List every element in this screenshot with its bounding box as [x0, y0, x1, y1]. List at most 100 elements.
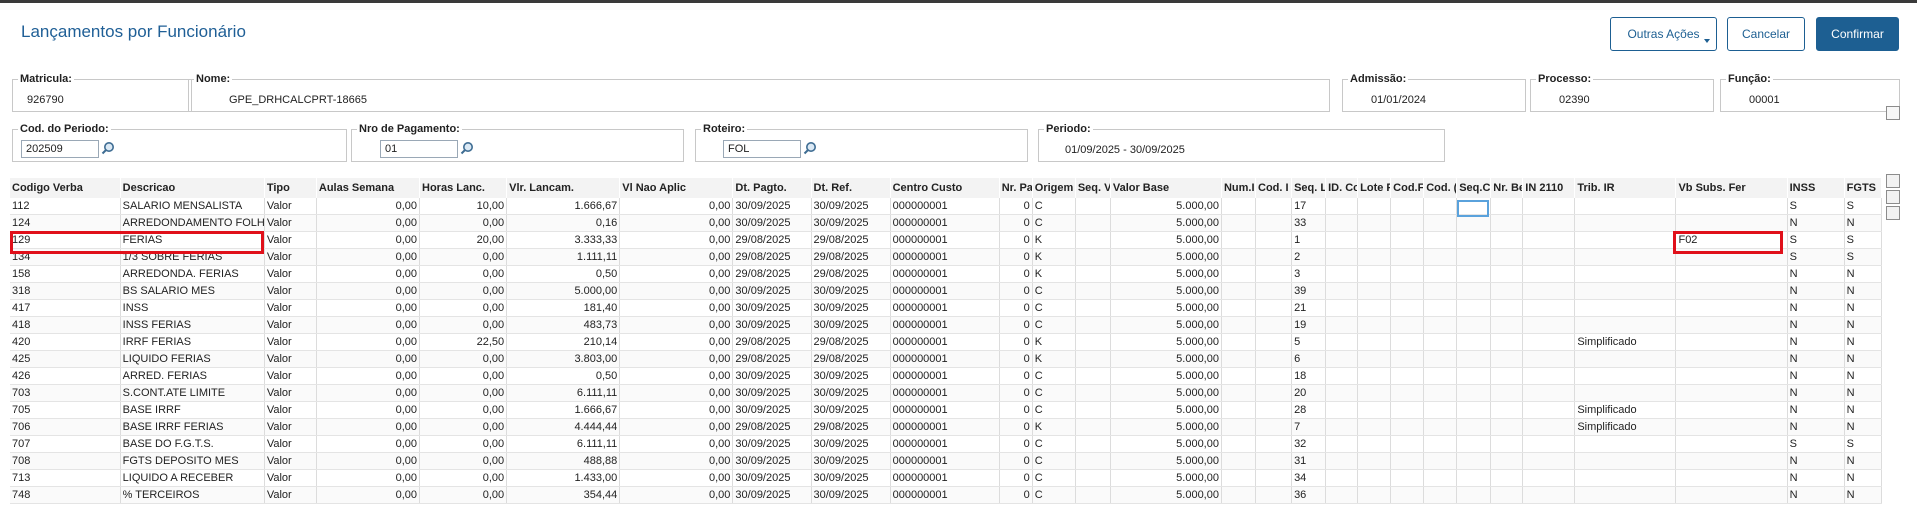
- table-cell[interactable]: 5.000,00: [1110, 384, 1222, 402]
- table-cell[interactable]: 000000001: [890, 350, 1000, 368]
- table-cell[interactable]: 30/09/2025: [811, 401, 891, 419]
- table-cell[interactable]: 5.000,00: [1110, 486, 1222, 504]
- table-cell[interactable]: 34: [1291, 469, 1327, 487]
- table-cell[interactable]: 0,00: [619, 333, 734, 351]
- table-cell[interactable]: [1490, 248, 1524, 266]
- column-header[interactable]: Seq. L: [1291, 178, 1327, 198]
- table-cell[interactable]: [1255, 435, 1293, 453]
- table-cell[interactable]: [1522, 486, 1576, 504]
- table-row[interactable]: 426 ARRED. FERIAS Valor 0,00 0,00 0,50 0,00 30/…: [10, 367, 1883, 385]
- table-cell[interactable]: 30/09/2025: [811, 384, 891, 402]
- table-cell[interactable]: [1390, 198, 1425, 215]
- table-cell[interactable]: [1325, 418, 1359, 436]
- table-cell[interactable]: 0,00: [316, 214, 421, 232]
- table-cell[interactable]: [1574, 265, 1677, 283]
- table-cell[interactable]: N: [1844, 333, 1883, 351]
- table-cell[interactable]: [1390, 214, 1425, 232]
- table-cell[interactable]: 0,00: [619, 452, 734, 470]
- table-cell[interactable]: [1456, 367, 1492, 385]
- table-cell[interactable]: [1325, 231, 1359, 249]
- table-cell[interactable]: 30/09/2025: [811, 469, 891, 487]
- column-header[interactable]: IN 2110: [1522, 178, 1576, 198]
- table-cell[interactable]: [1675, 214, 1788, 232]
- table-cell[interactable]: 0,00: [619, 401, 734, 419]
- table-cell[interactable]: [1490, 384, 1524, 402]
- table-cell[interactable]: [1490, 299, 1524, 317]
- table-cell[interactable]: S: [1787, 231, 1845, 249]
- table-cell[interactable]: Simplificado: [1574, 418, 1677, 436]
- table-cell[interactable]: [1075, 282, 1111, 300]
- table-cell[interactable]: [1675, 350, 1788, 368]
- table-cell[interactable]: [1075, 401, 1111, 419]
- table-cell[interactable]: 5.000,00: [1110, 435, 1222, 453]
- table-cell[interactable]: [1456, 418, 1492, 436]
- table-cell[interactable]: [1221, 265, 1257, 283]
- table-cell[interactable]: [1423, 333, 1458, 351]
- table-cell[interactable]: [1490, 265, 1524, 283]
- table-cell[interactable]: 000000001: [890, 384, 1000, 402]
- table-cell[interactable]: [1522, 231, 1576, 249]
- table-cell[interactable]: 30/09/2025: [811, 282, 891, 300]
- table-row[interactable]: 425 LIQUIDO FERIAS Valor 0,00 0,00 3.803,00 0,…: [10, 350, 1883, 368]
- table-cell[interactable]: [1075, 452, 1111, 470]
- table-cell[interactable]: [1522, 214, 1576, 232]
- table-cell[interactable]: [1221, 486, 1257, 504]
- table-cell[interactable]: [1522, 198, 1576, 215]
- table-cell[interactable]: N: [1844, 452, 1883, 470]
- table-cell[interactable]: 488,88: [506, 452, 621, 470]
- table-cell[interactable]: [1325, 248, 1359, 266]
- table-cell[interactable]: 30/09/2025: [811, 435, 891, 453]
- table-cell[interactable]: [1522, 350, 1576, 368]
- table-cell[interactable]: 0,00: [619, 282, 734, 300]
- column-header[interactable]: Dt. Pagto.: [732, 178, 812, 198]
- table-cell[interactable]: 5.000,00: [1110, 231, 1222, 249]
- scroll-top-icon[interactable]: [1886, 106, 1900, 120]
- table-cell[interactable]: C: [1032, 486, 1076, 504]
- table-cell[interactable]: N: [1844, 401, 1883, 419]
- table-cell[interactable]: K: [1032, 248, 1076, 266]
- table-cell[interactable]: 29/08/2025: [732, 248, 812, 266]
- table-cell[interactable]: 0: [999, 350, 1033, 368]
- table-cell[interactable]: INSS FERIAS: [120, 316, 265, 334]
- table-cell[interactable]: [1221, 316, 1257, 334]
- table-cell[interactable]: 0: [999, 452, 1033, 470]
- table-cell[interactable]: C: [1032, 401, 1076, 419]
- table-row[interactable]: 417 INSS Valor 0,00 0,00 181,40 0,00 30/09/2025…: [10, 299, 1883, 317]
- roteiro-input[interactable]: FOL: [723, 140, 801, 158]
- table-cell[interactable]: [1522, 299, 1576, 317]
- table-cell[interactable]: [1522, 282, 1576, 300]
- table-cell[interactable]: 0,00: [619, 265, 734, 283]
- table-cell[interactable]: 30/09/2025: [811, 198, 891, 215]
- column-header[interactable]: Codigo Verba: [10, 178, 121, 198]
- table-cell[interactable]: N: [1787, 316, 1845, 334]
- table-cell[interactable]: FGTS DEPOSITO MES: [120, 452, 265, 470]
- table-cell[interactable]: [1574, 435, 1677, 453]
- table-cell[interactable]: 0: [999, 282, 1033, 300]
- table-cell[interactable]: 112: [10, 198, 121, 215]
- table-cell[interactable]: 29/08/2025: [811, 418, 891, 436]
- table-cell[interactable]: Simplificado: [1574, 401, 1677, 419]
- table-cell[interactable]: Valor: [264, 418, 317, 436]
- table-cell[interactable]: [1255, 367, 1293, 385]
- table-cell[interactable]: 5.000,00: [1110, 401, 1222, 419]
- table-cell[interactable]: N: [1787, 333, 1845, 351]
- lancamentos-table[interactable]: Codigo Verba Descricao Tipo Aulas Semana Hor…: [10, 178, 1883, 504]
- table-cell[interactable]: ARRED. FERIAS: [120, 367, 265, 385]
- table-cell[interactable]: 0,00: [419, 401, 508, 419]
- column-header[interactable]: Vl Nao Aplic: [619, 178, 734, 198]
- outras-acoes-button[interactable]: Outras Ações: [1610, 17, 1717, 51]
- table-cell[interactable]: 5.000,00: [1110, 299, 1222, 317]
- table-cell[interactable]: [1325, 469, 1359, 487]
- table-cell[interactable]: N: [1787, 486, 1845, 504]
- table-cell[interactable]: [1423, 265, 1458, 283]
- table-cell[interactable]: 5.000,00: [1110, 248, 1222, 266]
- table-cell[interactable]: [1522, 384, 1576, 402]
- table-cell[interactable]: N: [1844, 299, 1883, 317]
- table-cell[interactable]: 4.444,44: [506, 418, 621, 436]
- table-cell[interactable]: 0: [999, 401, 1033, 419]
- table-cell[interactable]: 30/09/2025: [732, 384, 812, 402]
- table-cell[interactable]: [1075, 248, 1111, 266]
- table-cell[interactable]: [1574, 384, 1677, 402]
- table-cell[interactable]: [1390, 299, 1425, 317]
- table-cell[interactable]: [1390, 435, 1425, 453]
